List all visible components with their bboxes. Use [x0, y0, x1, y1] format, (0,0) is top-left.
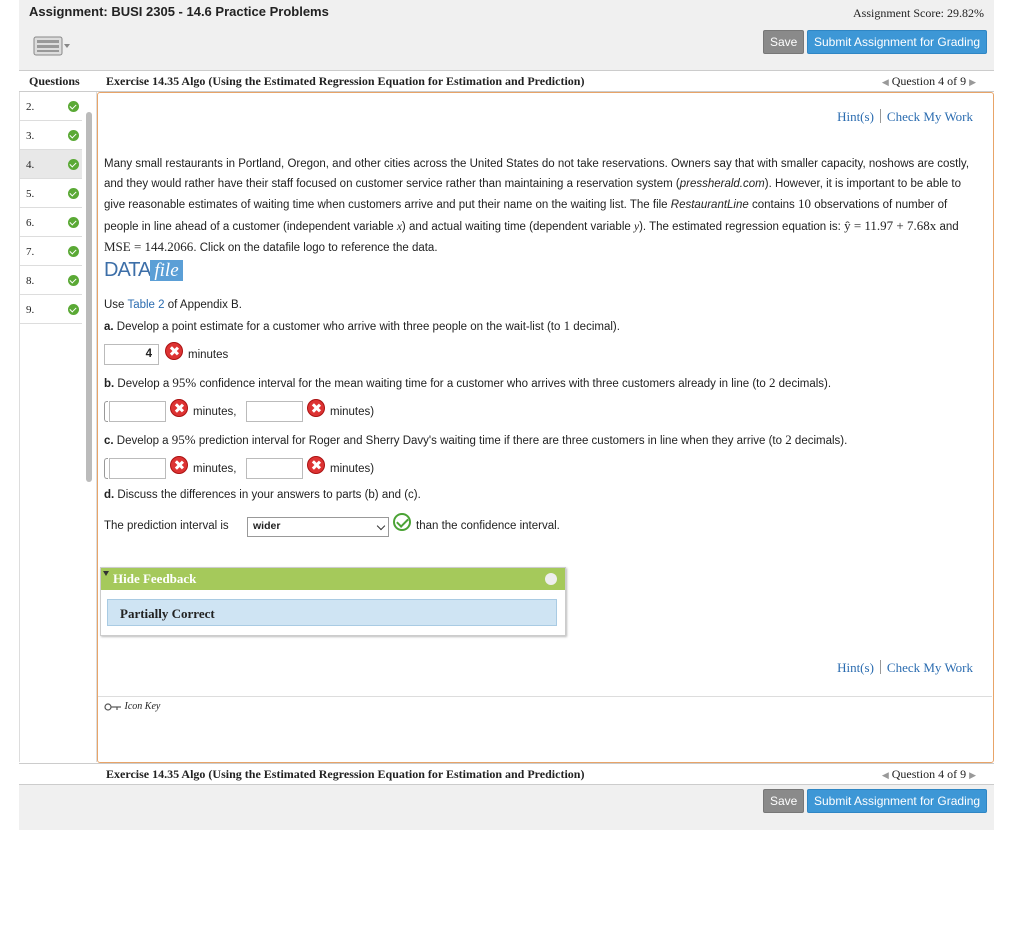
check-icon — [68, 304, 79, 315]
sidebar-scrollbar[interactable] — [86, 112, 92, 482]
check-icon — [68, 217, 79, 228]
assignment-score: Assignment Score: 29.82% — [853, 6, 984, 20]
incorrect-icon — [170, 399, 188, 417]
question-position: Question 4 of 9 — [891, 767, 967, 781]
key-icon — [104, 703, 121, 711]
units-label: minutes — [188, 349, 229, 361]
regression-equation: ŷ = 11.97 + 7.68x — [844, 217, 937, 233]
incorrect-icon — [170, 456, 188, 474]
keyboard-icon[interactable] — [33, 35, 71, 57]
check-icon — [68, 275, 79, 286]
bottom-help-links: Hint(s) Check My Work — [837, 660, 973, 676]
check-my-work-link[interactable]: Check My Work — [887, 660, 973, 675]
bottom-bar: Save Submit Assignment for Grading — [19, 785, 994, 830]
part-c-prompt: c. Develop a 95% prediction interval for… — [104, 432, 848, 447]
chevron-down-icon — [376, 521, 386, 531]
mse-value: MSE = 144.2066 — [104, 239, 194, 254]
units-label: minutes, — [193, 463, 237, 475]
datafile-logo[interactable]: DATA file — [104, 259, 183, 282]
source-text: pressherald.com — [679, 177, 765, 190]
part-a-prompt: a. Develop a point estimate for a custom… — [104, 318, 620, 333]
pin-icon[interactable] — [545, 573, 557, 585]
sidebar-item-q2[interactable]: 2. — [20, 92, 82, 121]
table-2-link[interactable]: Table 2 — [127, 299, 164, 311]
next-question-icon[interactable]: ▶ — [969, 77, 976, 87]
problem-intro: Many small restaurants in Portland, Oreg… — [104, 158, 970, 254]
hints-link[interactable]: Hint(s) — [837, 660, 874, 675]
prev-question-icon[interactable]: ◀ — [882, 770, 889, 780]
exercise-title: Exercise 14.35 Algo (Using the Estimated… — [106, 767, 585, 781]
check-icon — [68, 130, 79, 141]
incorrect-icon — [307, 399, 325, 417]
divider — [98, 696, 992, 697]
top-bar: Assignment: BUSI 2305 - 14.6 Practice Pr… — [19, 0, 994, 70]
prediction-text-end: than the confidence interval. — [416, 520, 560, 532]
question-footer: Exercise 14.35 Algo (Using the Estimated… — [19, 763, 994, 785]
exercise-title: Exercise 14.35 Algo (Using the Estimated… — [106, 74, 585, 88]
incorrect-icon — [307, 456, 325, 474]
part-b-lower-input[interactable] — [109, 401, 166, 422]
sidebar-item-q4[interactable]: 4. — [20, 150, 82, 179]
question-position: Question 4 of 9 — [891, 74, 967, 88]
question-header: Questions Exercise 14.35 Algo (Using the… — [19, 70, 994, 92]
check-my-work-link[interactable]: Check My Work — [887, 109, 973, 124]
assignment-title: Assignment: BUSI 2305 - 14.6 Practice Pr… — [29, 4, 329, 19]
submit-assignment-button[interactable]: Submit Assignment for Grading — [807, 789, 988, 813]
check-icon — [68, 101, 79, 112]
caret-down-icon — [103, 571, 109, 576]
questions-label: Questions — [29, 74, 80, 88]
top-help-links: Hint(s) Check My Work — [837, 109, 973, 125]
part-c-upper-input[interactable] — [246, 458, 303, 479]
question-sidebar: 2. 3. 4. 5. 6. 7. 8. 9. — [19, 92, 97, 762]
prev-question-icon[interactable]: ◀ — [882, 77, 889, 87]
use-table-text: Use Table 2 of Appendix B. — [104, 299, 242, 311]
part-a-input[interactable]: 4 — [104, 344, 159, 365]
units-label: minutes) — [330, 406, 375, 418]
sidebar-item-q7[interactable]: 7. — [20, 237, 82, 266]
sidebar-item-q5[interactable]: 5. — [20, 179, 82, 208]
sidebar-item-q8[interactable]: 8. — [20, 266, 82, 295]
sidebar-item-q6[interactable]: 6. — [20, 208, 82, 237]
file-name: RestaurantLine — [670, 199, 749, 211]
sidebar-item-q9[interactable]: 9. — [20, 295, 82, 324]
units-label: minutes, — [193, 406, 237, 418]
check-icon — [68, 246, 79, 257]
sidebar-item-q3[interactable]: 3. — [20, 121, 82, 150]
open-paren — [104, 401, 108, 422]
feedback-status: Partially Correct — [107, 599, 557, 626]
open-paren — [104, 458, 108, 479]
check-icon — [68, 159, 79, 170]
feedback-panel: Hide Feedback Partially Correct — [100, 567, 566, 636]
check-icon — [68, 188, 79, 199]
question-navigator[interactable]: ◀ Question 4 of 9 ▶ — [882, 767, 976, 782]
comparison-select[interactable]: wider — [247, 517, 389, 537]
correct-icon — [393, 513, 411, 531]
part-c-lower-input[interactable] — [109, 458, 166, 479]
question-content: Hint(s) Check My Work Many small restaura… — [97, 92, 994, 763]
part-b-upper-input[interactable] — [246, 401, 303, 422]
units-label: minutes) — [330, 463, 375, 475]
save-button[interactable]: Save — [763, 30, 805, 54]
submit-assignment-button[interactable]: Submit Assignment for Grading — [807, 30, 988, 54]
question-navigator[interactable]: ◀ Question 4 of 9 ▶ — [882, 74, 976, 89]
icon-key[interactable]: Icon Key — [104, 701, 160, 712]
part-b-prompt: b. Develop a 95% confidence interval for… — [104, 375, 832, 390]
incorrect-icon — [165, 342, 183, 360]
hints-link[interactable]: Hint(s) — [837, 109, 874, 124]
part-d-prompt: d. Discuss the differences in your answe… — [104, 489, 421, 501]
save-button[interactable]: Save — [763, 789, 805, 813]
prediction-text: The prediction interval is — [104, 520, 229, 532]
hide-feedback-toggle[interactable]: Hide Feedback — [101, 568, 565, 590]
next-question-icon[interactable]: ▶ — [969, 770, 976, 780]
